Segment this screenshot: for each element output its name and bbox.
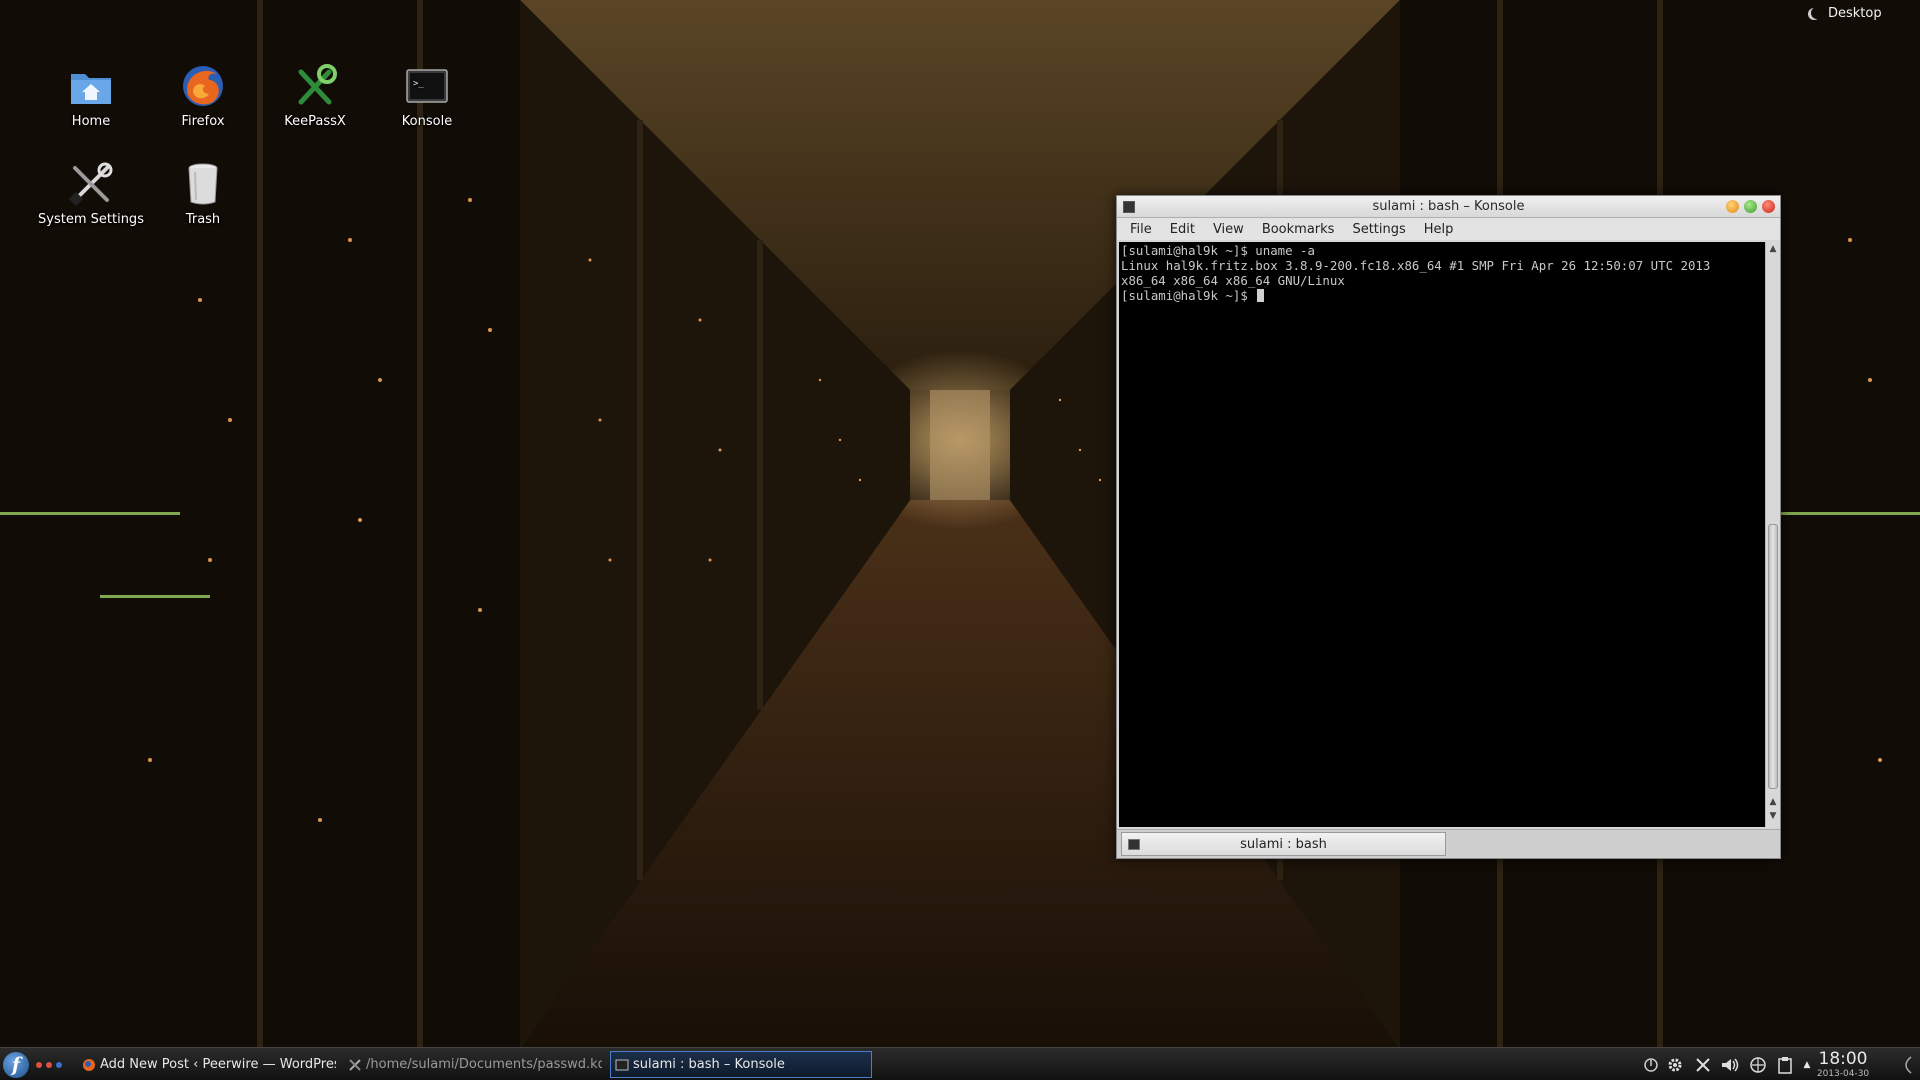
desktop-icon-system-settings[interactable]: System Settings: [36, 160, 146, 227]
menu-bookmarks[interactable]: Bookmarks: [1253, 222, 1344, 237]
desktop-icon-home[interactable]: Home: [36, 62, 146, 129]
keepassx-icon: [291, 62, 339, 110]
desktop-icon-label: System Settings: [38, 212, 144, 227]
menubar: File Edit View Bookmarks Settings Help: [1117, 218, 1780, 240]
taskbar-task-firefox[interactable]: Add New Post ‹ Peerwire — WordPress: [78, 1051, 336, 1078]
volume-icon[interactable]: [1718, 1054, 1742, 1076]
settings-icon[interactable]: [1664, 1054, 1686, 1076]
desktop-icon-trash[interactable]: Trash: [148, 160, 258, 227]
terminal-output[interactable]: [sulami@hal9k ~]$ uname -a Linux hal9k.fr…: [1119, 242, 1765, 827]
scroll-down-arrow-icon[interactable]: ▼: [1768, 811, 1778, 821]
minimize-button[interactable]: [1726, 200, 1739, 213]
keepassx-icon: [349, 1058, 361, 1071]
konsole-icon: >_: [403, 62, 451, 110]
konsole-window[interactable]: sulami : bash – Konsole File Edit View B…: [1116, 195, 1781, 859]
terminal-prompt-line: [sulami@hal9k ~]$: [1121, 288, 1763, 303]
menu-settings[interactable]: Settings: [1343, 222, 1414, 237]
window-menu-icon[interactable]: [1123, 201, 1135, 213]
task-label: sulami : bash – Konsole: [633, 1057, 785, 1072]
clock-time: 18:00: [1818, 1049, 1868, 1069]
pager-dot[interactable]: [36, 1062, 42, 1068]
taskbar: f Add New Post ‹ Peerwire — WordPress /h…: [0, 1047, 1920, 1080]
session-tabbar: sulami : bash: [1117, 829, 1780, 858]
task-label: Add New Post ‹ Peerwire — WordPress: [100, 1057, 336, 1072]
window-title: sulami : bash – Konsole: [1372, 199, 1525, 214]
scroll-up-arrow-icon[interactable]: ▲: [1768, 244, 1778, 254]
desktop-icon-label: Home: [71, 114, 111, 129]
network-icon[interactable]: [1746, 1054, 1770, 1076]
trash-icon: [179, 160, 227, 208]
svg-text:>_: >_: [413, 79, 424, 89]
system-settings-icon: [67, 160, 115, 208]
firefox-icon: [179, 62, 227, 110]
terminal-cursor: [1257, 289, 1265, 302]
window-titlebar[interactable]: sulami : bash – Konsole: [1117, 196, 1780, 218]
menu-view[interactable]: View: [1204, 222, 1253, 237]
konsole-icon: [615, 1059, 629, 1070]
terminal-prompt: [sulami@hal9k ~]$: [1121, 288, 1256, 303]
taskbar-task-konsole[interactable]: sulami : bash – Konsole: [610, 1051, 872, 1078]
terminal-scrollbar[interactable]: ▲ ▲ ▼: [1765, 242, 1779, 827]
close-button[interactable]: [1762, 200, 1775, 213]
desktop-icon-label: Firefox: [181, 114, 225, 129]
maximize-button[interactable]: [1744, 200, 1757, 213]
desktop-icon-firefox[interactable]: Firefox: [148, 62, 258, 129]
home-folder-icon: [67, 62, 115, 110]
keepassx-tray-icon[interactable]: [1692, 1054, 1714, 1076]
terminal-line: x86_64 x86_64 x86_64 GNU/Linux: [1121, 273, 1345, 288]
pager-dot[interactable]: [46, 1062, 52, 1068]
activity-label: Desktop: [1828, 5, 1882, 21]
desktop-icon-konsole[interactable]: >_ Konsole: [372, 62, 482, 129]
panel-toolbox-icon[interactable]: [1896, 1054, 1916, 1076]
session-tab-label: sulami : bash: [1240, 836, 1327, 852]
desktop-icon-label: Konsole: [401, 114, 453, 129]
task-label: /home/sulami/Documents/passwd.kdb: [366, 1057, 602, 1072]
desktop-icon-label: Trash: [185, 212, 221, 227]
pager-dot[interactable]: [56, 1062, 62, 1068]
activity-icon: [1811, 7, 1823, 19]
scroll-up-arrow-icon[interactable]: ▲: [1768, 797, 1778, 807]
taskbar-task-keepassx[interactable]: /home/sulami/Documents/passwd.kdb: [344, 1051, 602, 1078]
clock-date: 2013-04-30: [1816, 1069, 1870, 1079]
desktop-icon-keepassx[interactable]: KeePassX: [260, 62, 370, 129]
clipboard-icon[interactable]: [1774, 1054, 1796, 1076]
menu-help[interactable]: Help: [1415, 222, 1463, 237]
terminal-line: [sulami@hal9k ~]$ uname -a: [1121, 243, 1315, 258]
activity-pager[interactable]: [36, 1062, 62, 1068]
terminal-line: Linux hal9k.fritz.box 3.8.9-200.fc18.x86…: [1121, 258, 1711, 273]
updates-icon[interactable]: [1640, 1054, 1662, 1076]
application-launcher-button[interactable]: f: [3, 1052, 29, 1078]
scrollbar-thumb[interactable]: [1768, 524, 1778, 789]
firefox-icon: [83, 1058, 95, 1071]
menu-edit[interactable]: Edit: [1161, 222, 1204, 237]
session-tab[interactable]: sulami : bash: [1121, 832, 1446, 856]
desktop-icon-label: KeePassX: [284, 114, 346, 129]
terminal-tab-icon: [1128, 839, 1140, 850]
digital-clock[interactable]: 18:00 2013-04-30: [1808, 1049, 1878, 1079]
activity-switcher[interactable]: Desktop: [1790, 0, 1920, 26]
menu-file[interactable]: File: [1121, 222, 1161, 237]
